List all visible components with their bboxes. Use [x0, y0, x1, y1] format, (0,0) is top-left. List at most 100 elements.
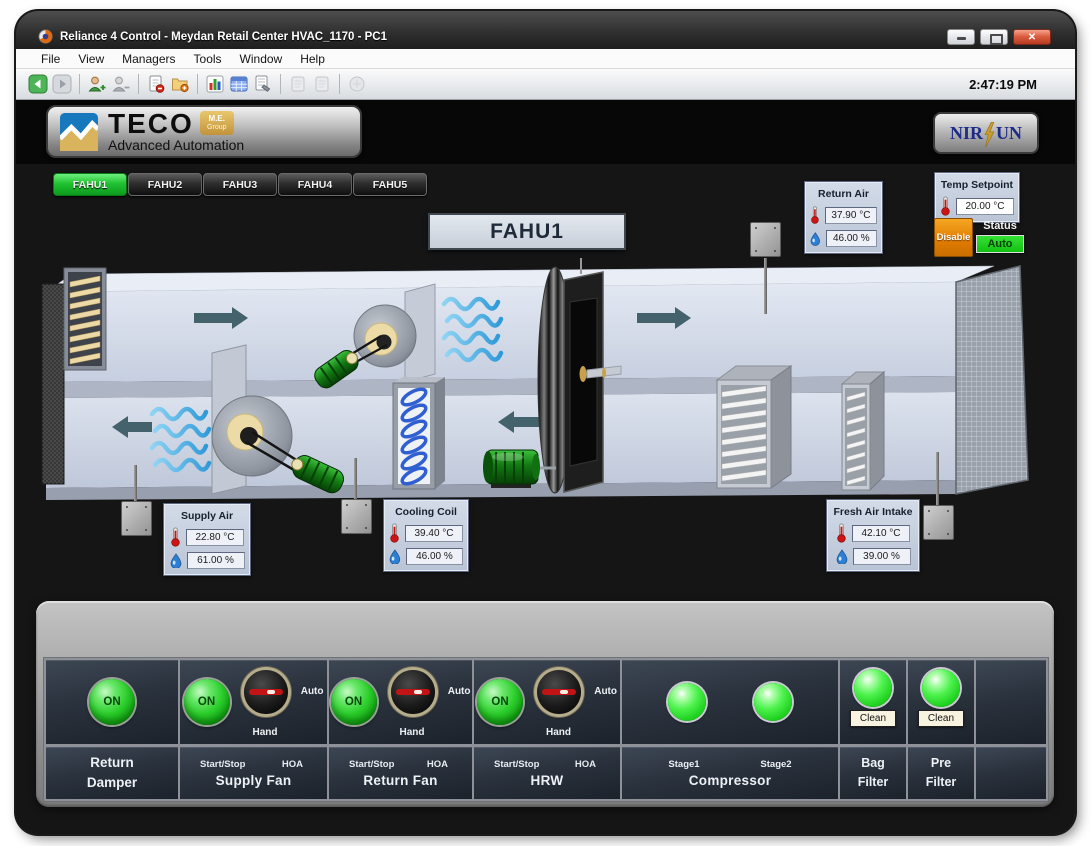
bag-filter-clean-button[interactable]: Clean: [850, 710, 896, 727]
hoa-selector-bar: [249, 689, 283, 695]
humidity-icon: [389, 549, 401, 564]
spare-cell: [976, 660, 1046, 744]
return-fan-cell: ON Auto Hand: [329, 660, 472, 744]
toolbar-separator: [197, 74, 198, 94]
nav-forward-icon[interactable]: [52, 74, 72, 94]
toolbar: 2:47:19 PM: [16, 69, 1075, 100]
ahu-diagram: [36, 256, 1056, 506]
thermometer-icon: [810, 205, 820, 225]
label-line: Return: [90, 753, 134, 773]
return-fan-label: Start/StopHOA Return Fan: [329, 747, 472, 799]
compressor-stage1-lamp: [668, 683, 706, 721]
duct-sensor: [750, 222, 781, 257]
maximize-button[interactable]: [980, 29, 1008, 45]
pre-filter-status-lamp: [922, 669, 960, 707]
minimize-button[interactable]: [947, 29, 975, 45]
supply-fan-hoa-switch[interactable]: [244, 670, 288, 714]
stage2-label: Stage2: [760, 759, 791, 770]
supply-air-temp-value: 22.80 °C: [186, 529, 244, 546]
report-icon[interactable]: [253, 74, 273, 94]
hoa-hand-label: Hand: [400, 727, 425, 738]
document-disabled-icon[interactable]: [288, 74, 308, 94]
tab-fahu1[interactable]: FAHU1: [53, 173, 127, 196]
menu-bar: File View Managers Tools Window Help: [16, 49, 1075, 69]
tab-fahu4[interactable]: FAHU4: [278, 173, 352, 196]
document-alarm-icon[interactable]: [146, 74, 166, 94]
bag-filter-cell: Clean: [840, 660, 906, 744]
menu-managers[interactable]: Managers: [113, 52, 184, 66]
thermometer-icon: [940, 196, 951, 216]
close-button[interactable]: ✕: [1013, 29, 1051, 45]
user-remove-icon[interactable]: [111, 74, 131, 94]
compressor-cell: [622, 660, 838, 744]
hoa-label: HOA: [575, 759, 596, 770]
duct-sensor: [923, 505, 954, 540]
on-label: ON: [198, 696, 215, 708]
bag-filter-unit: [717, 366, 791, 488]
folder-alarm-icon[interactable]: [170, 74, 190, 94]
pre-filter-clean-button[interactable]: Clean: [918, 710, 964, 727]
on-label: ON: [345, 696, 362, 708]
return-damper-on-button[interactable]: ON: [89, 679, 135, 725]
supply-air-panel: Supply Air 22.80 °C 61.00 %: [163, 503, 251, 576]
clock-display: 2:47:19 PM: [969, 77, 1037, 92]
sensor-stem: [354, 458, 357, 501]
supply-air-title: Supply Air: [169, 510, 245, 522]
nirsun-wordmark-left: NIR: [950, 123, 983, 144]
menu-help[interactable]: Help: [291, 52, 334, 66]
menu-window[interactable]: Window: [231, 52, 292, 66]
toolbar-separator: [79, 74, 80, 94]
pre-filter-label: Pre Filter: [908, 747, 974, 799]
unit-title: FAHU1: [428, 213, 626, 250]
nav-back-icon[interactable]: [28, 74, 48, 94]
label-line: Compressor: [689, 773, 772, 788]
label-line: Damper: [87, 773, 137, 793]
return-air-title: Return Air: [810, 188, 877, 200]
fresh-air-intake-title: Fresh Air Intake: [832, 506, 914, 518]
supply-fan-start-stop-button[interactable]: ON: [184, 679, 230, 725]
chart-icon[interactable]: [205, 74, 225, 94]
temp-setpoint-input[interactable]: 20.00 °C: [956, 198, 1014, 215]
hrw-hoa-switch[interactable]: [537, 670, 581, 714]
return-fan-start-stop-button[interactable]: ON: [331, 679, 377, 725]
compressor-label: Stage1Stage2 Compressor: [622, 747, 838, 799]
start-stop-label: Start/Stop: [200, 759, 245, 770]
teco-group-badge: M.E. Group: [200, 111, 234, 135]
tab-fahu2[interactable]: FAHU2: [128, 173, 202, 196]
teco-logo-icon: [60, 113, 98, 151]
hoa-auto-label: Auto: [301, 686, 324, 697]
hrw-start-stop-button[interactable]: ON: [477, 679, 523, 725]
menu-tools[interactable]: Tools: [185, 52, 231, 66]
toolbar-separator: [138, 74, 139, 94]
control-grid: ON ON Auto Hand ON Auto Hand: [43, 657, 1049, 802]
return-fan-hoa-switch[interactable]: [391, 670, 435, 714]
fresh-air-intake-panel: Fresh Air Intake 42.10 °C 39.00 %: [826, 499, 920, 572]
return-damper-louver: [64, 268, 106, 370]
title-bar: Reliance 4 Control - Meydan Retail Cente…: [16, 11, 1075, 49]
return-damper-label: Return Damper: [46, 747, 178, 799]
cooling-coil-humidity-value: 46.00 %: [406, 548, 463, 565]
connection-disabled-icon[interactable]: [347, 74, 367, 94]
hrw-cell: ON Auto Hand: [474, 660, 620, 744]
document-disabled-icon[interactable]: [312, 74, 332, 94]
teco-tagline: Advanced Automation: [108, 137, 244, 153]
toolbar-separator: [280, 74, 281, 94]
duct-sensor: [121, 501, 152, 536]
user-add-icon[interactable]: [87, 74, 107, 94]
sensor-stem: [764, 258, 767, 314]
tab-fahu5[interactable]: FAHU5: [353, 173, 427, 196]
menu-file[interactable]: File: [32, 52, 69, 66]
table-icon[interactable]: [229, 74, 249, 94]
scada-view: FAHU1 FAHU2 FAHU3 FAHU4 FAHU5 FAHU1 Retu…: [16, 164, 1075, 834]
nirsun-wordmark-right: UN: [996, 123, 1022, 144]
fresh-air-temp-value: 42.10 °C: [852, 525, 910, 542]
menu-view[interactable]: View: [69, 52, 113, 66]
hoa-auto-label: Auto: [594, 686, 617, 697]
bag-filter-label: Bag Filter: [840, 747, 906, 799]
window-title: Reliance 4 Control - Meydan Retail Cente…: [60, 31, 387, 43]
pre-filter-cell: Clean: [908, 660, 974, 744]
hrw-label: Start/StopHOA HRW: [474, 747, 620, 799]
tab-fahu3[interactable]: FAHU3: [203, 173, 277, 196]
return-air-humidity-value: 46.00 %: [826, 230, 877, 247]
nirsun-logo-plaque: NIR UN: [933, 112, 1039, 154]
